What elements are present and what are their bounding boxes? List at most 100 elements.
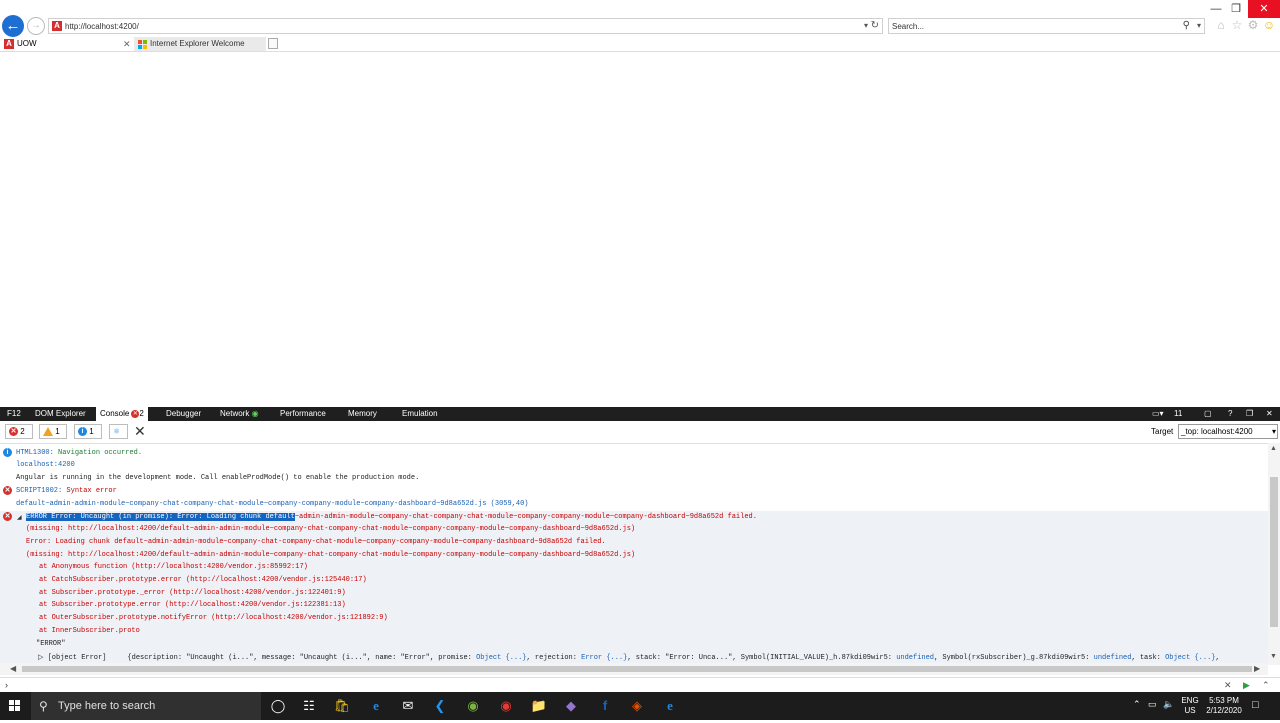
search-input[interactable] bbox=[892, 20, 1172, 32]
stack-frame: at CatchSubscriber.prototype.error (http… bbox=[39, 576, 367, 584]
store-icon[interactable]: 🛍 bbox=[332, 696, 352, 716]
developer-tools: F12 DOM Explorer Console ✕2 Debugger Netw… bbox=[0, 407, 1280, 692]
undock-icon[interactable]: ❐ bbox=[1246, 407, 1253, 421]
scroll-thumb[interactable] bbox=[22, 666, 1252, 672]
internet-explorer-icon[interactable]: e bbox=[660, 696, 680, 716]
search-dropdown-icon[interactable]: ▾ bbox=[1197, 19, 1201, 33]
windows-logo-icon bbox=[138, 40, 147, 49]
tab-dom-explorer[interactable]: DOM Explorer bbox=[35, 407, 86, 421]
source-link[interactable]: default~admin-admin-module~company-chat-… bbox=[16, 500, 528, 509]
tab-uow[interactable]: A UOW ✕ bbox=[0, 37, 134, 51]
errors-count: 2 bbox=[20, 427, 25, 436]
tab-close-icon[interactable]: ✕ bbox=[123, 37, 131, 51]
facebook-icon[interactable]: f bbox=[595, 696, 615, 716]
source-link[interactable]: localhost:4200 bbox=[16, 461, 75, 470]
error-icon: ✕ bbox=[3, 486, 12, 495]
clear-input-icon[interactable]: ✕ bbox=[1224, 678, 1232, 692]
run-icon[interactable]: ▶ bbox=[1243, 678, 1250, 692]
document-mode[interactable]: 11 bbox=[1174, 407, 1182, 421]
info-icon: i bbox=[78, 427, 87, 437]
new-tab-button[interactable] bbox=[268, 38, 278, 49]
scroll-thumb[interactable] bbox=[1270, 477, 1278, 627]
console-line: HTML1300: Navigation occurred. bbox=[16, 449, 142, 458]
cortana-icon[interactable]: ◯ bbox=[268, 696, 288, 716]
search-box[interactable]: ⚲ ▾ bbox=[888, 18, 1205, 34]
device-icon[interactable]: ▭▾ bbox=[1152, 407, 1164, 421]
expand-arrow-icon[interactable]: ◢ bbox=[17, 513, 22, 522]
prompt-chevron-icon: › bbox=[5, 680, 8, 690]
console-toggle-icon[interactable]: ▢ bbox=[1204, 407, 1212, 421]
action-center-icon[interactable]: □ bbox=[1252, 699, 1259, 711]
close-window-button[interactable]: ✕ bbox=[1248, 0, 1280, 18]
close-devtools-icon[interactable]: ✕ bbox=[1266, 407, 1273, 421]
object-preview: , stack: "Error: Unca...", Symbol(INITIA… bbox=[627, 654, 897, 662]
object-link[interactable]: Object {...} bbox=[476, 654, 526, 662]
expand-arrow-icon[interactable]: ▷ bbox=[38, 654, 48, 662]
back-button[interactable]: ← bbox=[2, 15, 24, 37]
clear-console-icon[interactable]: ✕ bbox=[134, 423, 146, 439]
home-icon[interactable]: ⌂ bbox=[1213, 17, 1229, 33]
clock[interactable]: 5:53 PM 2/12/2020 bbox=[1203, 696, 1245, 716]
edge-icon[interactable]: e bbox=[366, 696, 386, 716]
console-vertical-scrollbar[interactable]: ▲ ▼ bbox=[1268, 443, 1280, 665]
message-code: SCRIPT1002: bbox=[16, 487, 63, 495]
object-link[interactable]: Error {...} bbox=[581, 654, 627, 662]
scroll-left-icon[interactable]: ◀ bbox=[10, 664, 16, 673]
f12-label: F12 bbox=[7, 409, 21, 418]
tab-network[interactable]: Network ◉ bbox=[220, 407, 259, 421]
selected-text: ERROR Error: Uncaught (in promise): Erro… bbox=[26, 513, 295, 521]
language-indicator[interactable]: ENG US bbox=[1180, 696, 1200, 716]
message-code: HTML1300: bbox=[16, 449, 54, 457]
object-label: [object Error] bbox=[47, 654, 107, 662]
forward-button[interactable]: → bbox=[27, 17, 45, 35]
chrome-icon[interactable]: ◉ bbox=[496, 696, 516, 716]
favorites-star-icon[interactable]: ☆ bbox=[1229, 17, 1245, 33]
error-detail: Error: Loading chunk default~admin-admin… bbox=[26, 538, 606, 546]
info-filter-button[interactable]: i 1 bbox=[74, 424, 102, 439]
warnings-filter-button[interactable]: 1 bbox=[39, 424, 67, 439]
settings-gear-icon[interactable]: ⚙ bbox=[1245, 17, 1261, 33]
git-icon[interactable]: ◈ bbox=[627, 696, 647, 716]
stack-frame: at Subscriber.prototype._error (http://l… bbox=[39, 589, 346, 597]
target-select[interactable]: _top: localhost:4200 ▾ bbox=[1178, 424, 1278, 439]
refresh-icon[interactable]: ↻ bbox=[871, 19, 879, 33]
expand-input-icon[interactable]: ⌃ bbox=[1262, 678, 1270, 692]
app-icon[interactable]: ◆ bbox=[561, 696, 581, 716]
task-view-icon[interactable]: ☷ bbox=[299, 696, 319, 716]
clear-on-navigate-button[interactable]: ⚛ bbox=[109, 424, 128, 439]
errors-filter-button[interactable]: ✕ 2 bbox=[5, 424, 33, 439]
tab-performance[interactable]: Performance bbox=[280, 407, 326, 421]
scroll-down-icon[interactable]: ▼ bbox=[1270, 653, 1277, 660]
tab-emulation[interactable]: Emulation bbox=[402, 407, 438, 421]
feedback-smiley-icon[interactable]: ☺ bbox=[1261, 17, 1277, 33]
vscode-icon[interactable]: ❮ bbox=[430, 696, 450, 716]
tab-console[interactable]: Console ✕2 bbox=[96, 407, 148, 421]
object-line[interactable]: ▷ [object Error] {description: "Uncaught… bbox=[38, 654, 1220, 663]
tab-memory[interactable]: Memory bbox=[348, 407, 377, 421]
file-explorer-icon[interactable]: 📁 bbox=[529, 696, 549, 716]
console-horizontal-scrollbar[interactable]: ◀ ▶ bbox=[0, 663, 1268, 675]
utorrent-icon[interactable]: ◉ bbox=[463, 696, 483, 716]
object-link[interactable]: Object {...} bbox=[1165, 654, 1215, 662]
scroll-right-icon[interactable]: ▶ bbox=[1254, 664, 1260, 673]
console-input[interactable]: › ✕ ▶ ⌃ bbox=[0, 677, 1280, 692]
scroll-up-icon[interactable]: ▲ bbox=[1270, 445, 1277, 452]
tab-ie-welcome[interactable]: Internet Explorer Welcome bbox=[134, 37, 266, 51]
taskbar-search-box[interactable]: ⚲ Type here to search bbox=[31, 692, 261, 720]
record-icon: ◉ bbox=[251, 409, 259, 418]
start-button[interactable] bbox=[0, 692, 30, 720]
restore-button[interactable]: ❐ bbox=[1224, 0, 1248, 18]
address-bar[interactable]: A http://localhost:4200/ ▾ ↻ bbox=[48, 18, 883, 34]
show-hidden-icons-icon[interactable]: ⌃ bbox=[1133, 699, 1141, 710]
address-dropdown-icon[interactable]: ▾ bbox=[864, 19, 868, 33]
warning-icon bbox=[43, 427, 53, 437]
tab-network-label: Network bbox=[220, 409, 250, 418]
battery-icon[interactable]: ▭ bbox=[1148, 699, 1157, 710]
tab-debugger[interactable]: Debugger bbox=[166, 407, 201, 421]
undefined-value: undefined bbox=[896, 654, 934, 662]
error-message[interactable]: ERROR Error: Uncaught (in promise): Erro… bbox=[26, 513, 757, 522]
help-icon[interactable]: ? bbox=[1228, 407, 1232, 421]
volume-icon[interactable]: 🔈 bbox=[1163, 699, 1174, 710]
search-icon[interactable]: ⚲ bbox=[1183, 19, 1190, 33]
mail-icon[interactable]: ✉ bbox=[398, 696, 418, 716]
